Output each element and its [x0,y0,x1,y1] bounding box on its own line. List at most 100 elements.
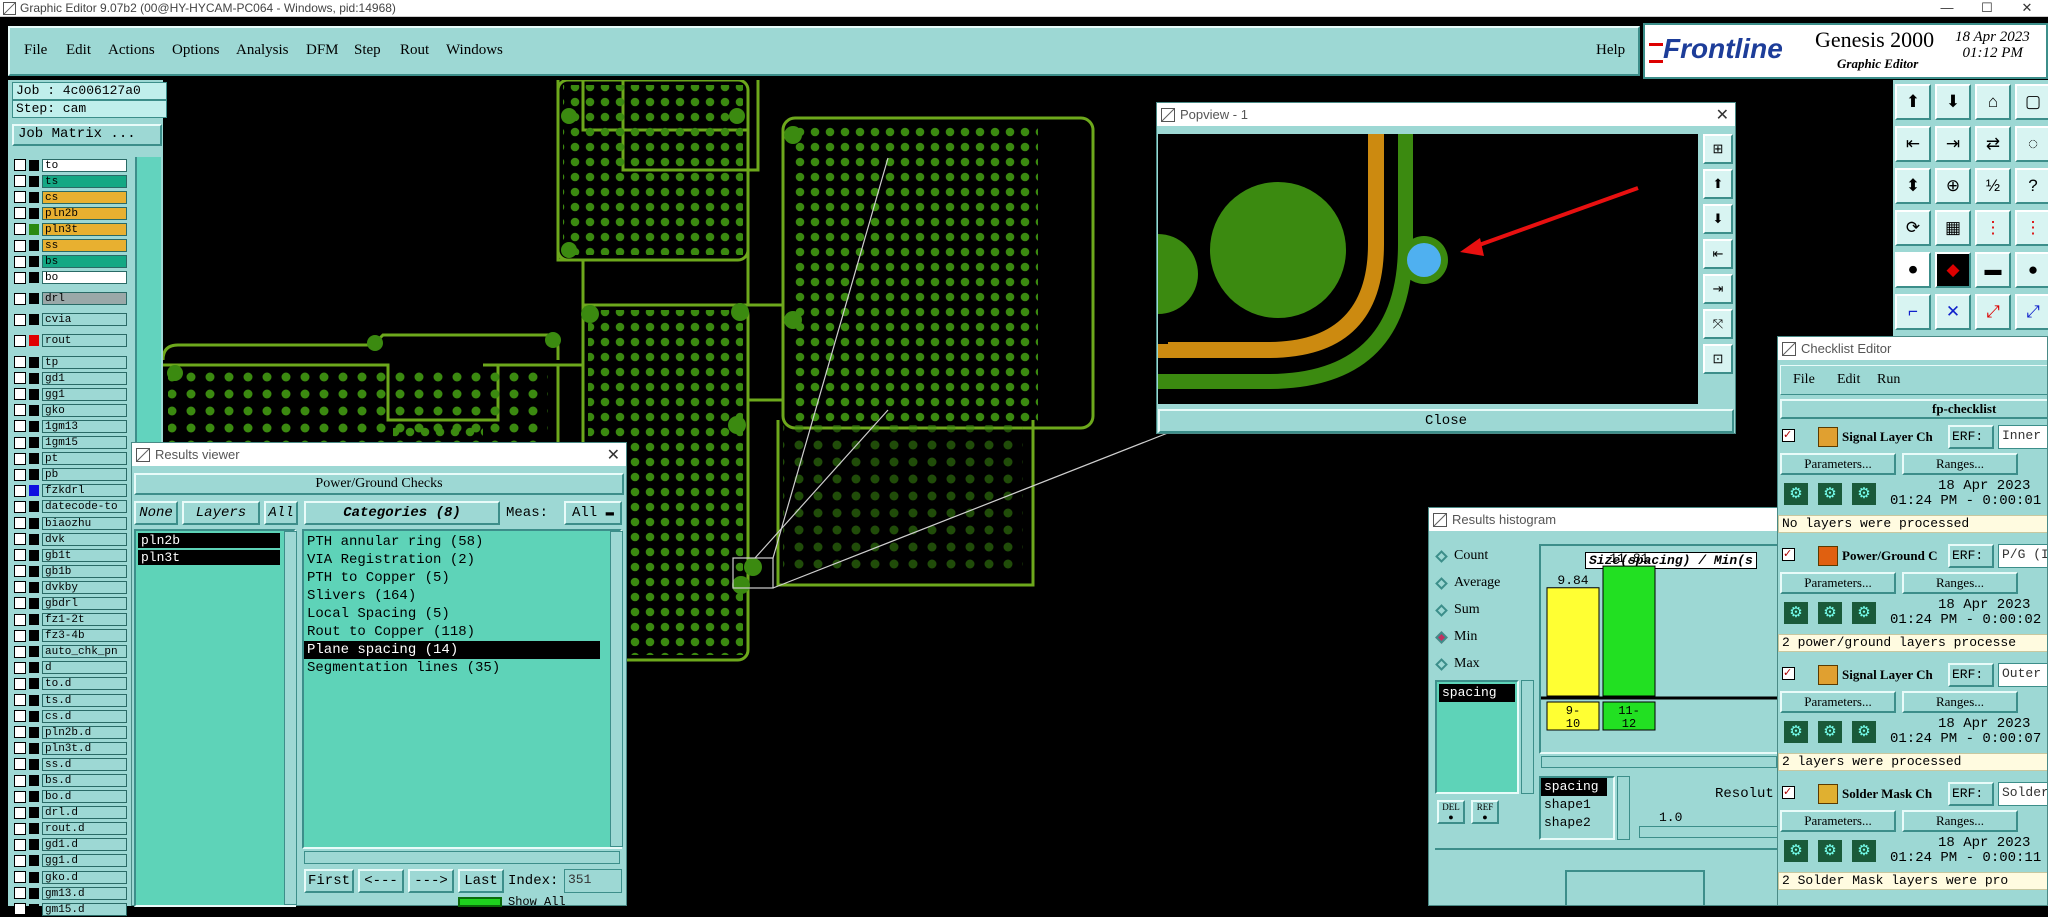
layer-name[interactable]: cs [42,190,127,204]
erf-field[interactable]: P/G (I [1998,544,2047,568]
layer-checkbox[interactable] [14,661,26,674]
menu-edit[interactable]: Edit [66,42,91,59]
erf-button[interactable]: ERF: [1948,663,1994,687]
layer-checkbox[interactable] [14,223,26,236]
category-item[interactable]: Local Spacing (5) [304,605,600,623]
layer-checkbox[interactable] [14,533,26,546]
erf-button[interactable]: ERF: [1948,425,1994,449]
run-icon[interactable]: ⚙ [1782,600,1810,626]
up-icon[interactable]: ⬆ [1703,169,1733,199]
layer-checkbox[interactable] [14,871,26,884]
layer-name[interactable]: drl.d [42,806,127,820]
stat-radio[interactable]: Count [1435,548,1488,564]
layer-name[interactable]: gb1b [42,564,127,578]
ranges-button[interactable]: Ranges... [1902,572,2018,594]
layer-checkbox[interactable] [14,613,26,626]
ranges-button[interactable]: Ranges... [1902,810,2018,832]
run-all-icon[interactable]: ⚙ [1816,838,1844,864]
layer-name[interactable]: pln3t [42,222,127,236]
menu-rout[interactable]: Rout [400,42,429,59]
layer-checkbox[interactable] [14,565,26,578]
layer-name[interactable]: to [42,158,127,172]
zoom-area-icon[interactable]: ⊕ [1935,168,1971,204]
layer-row[interactable]: gbdrl [10,595,132,611]
stat-radio[interactable]: Average [1435,575,1500,591]
zoom-fit-icon[interactable]: ⬍ [1895,168,1931,204]
layers-button[interactable]: Layers [182,501,260,525]
minimize-button[interactable]: — [1932,0,1962,17]
parameters-button[interactable]: Parameters... [1780,572,1896,594]
lasso-icon[interactable]: ◌ [2015,126,2048,162]
measure-icon[interactable]: ⋮ [1975,210,2011,246]
layer-checkbox[interactable] [14,790,26,803]
none-button[interactable]: None [134,501,178,525]
layer-checkbox[interactable] [14,581,26,594]
route-icon[interactable]: ◆ [1935,252,1971,288]
layer-checkbox[interactable] [14,175,26,188]
last-button[interactable]: Last [458,869,504,893]
histogram-bar[interactable] [1602,565,1656,697]
filter-item[interactable]: spacing [1439,684,1515,702]
layer-row[interactable]: pln2b.d [10,724,132,740]
layer-checkbox[interactable] [14,645,26,658]
layer-results-list[interactable]: pln2b pln3t [134,529,296,907]
layer-row[interactable]: rout.d [10,821,132,837]
layer-name[interactable]: pln2b [42,206,127,220]
layer-checkbox[interactable] [14,774,26,787]
layer-row[interactable]: ts.d [10,692,132,708]
stat-radio[interactable]: Min [1435,629,1477,645]
run-all-icon[interactable]: ⚙ [1816,481,1844,507]
snap-icon[interactable]: ⟳ [1895,210,1931,246]
layer-name[interactable]: dvkby [42,580,127,594]
layer-checkbox[interactable] [14,292,26,305]
layer-name[interactable]: cs.d [42,709,127,723]
shape-list-item[interactable]: shape2 [1541,814,1607,832]
meas-dropdown[interactable]: All ▬ [564,501,622,525]
layer-name[interactable]: gko.d [42,870,127,884]
layer-checkbox[interactable] [14,191,26,204]
category-scrollbar[interactable] [610,531,623,847]
layer-name[interactable]: drl [42,292,127,306]
layer-checkbox[interactable] [14,388,26,401]
layer-name[interactable]: tp [42,355,127,369]
layer-row[interactable]: dvk [10,531,132,547]
layer-row[interactable]: gb1t [10,547,132,563]
layer-row[interactable]: drl.d [10,805,132,821]
layer-row[interactable]: fz1-2t [10,612,132,628]
layer-name[interactable]: bo.d [42,790,127,804]
layer-checkbox[interactable] [14,468,26,481]
layer-row[interactable]: cvia [10,312,132,328]
layer-name[interactable]: pln2b.d [42,725,127,739]
item-name[interactable]: Solder Mask Ch [1842,786,1932,802]
histogram-filter-list[interactable]: spacing [1435,680,1519,794]
close-icon[interactable]: ✕ [607,445,620,465]
layer-name[interactable]: gko [42,403,127,417]
item-checkbox[interactable]: ✓ [1782,429,1795,442]
layer-checkbox[interactable] [14,452,26,465]
layer-name[interactable]: gd1.d [42,838,127,852]
layer-checkbox[interactable] [14,420,26,433]
close-icon[interactable]: ✕ [1716,105,1729,125]
layer-checkbox[interactable] [14,887,26,900]
save-icon[interactable]: ⬇ [1935,84,1971,120]
cross-icon[interactable]: ✕ [1935,294,1971,330]
layer-checkbox[interactable] [14,726,26,739]
layer-name[interactable]: fz1-2t [42,613,127,627]
checklist-menu-file[interactable]: File [1793,372,1815,388]
ranges-button[interactable]: Ranges... [1902,691,2018,713]
left-icon[interactable]: ⇤ [1703,239,1733,269]
connect-icon[interactable]: ⤢ [1975,294,2011,330]
layer-checkbox[interactable] [14,806,26,819]
run-all-icon[interactable]: ⚙ [1816,600,1844,626]
ratio-icon[interactable]: ½ [1975,168,2011,204]
right-arrow-icon[interactable]: ⇥ [1935,126,1971,162]
layer-checkbox[interactable] [14,549,26,562]
layer-name[interactable]: gm15.d [42,902,127,916]
layer-checkbox[interactable] [14,436,26,449]
layer-row[interactable]: to.d [10,676,132,692]
layer-row[interactable]: cs.d [10,708,132,724]
resolution-slider[interactable] [1639,826,1777,838]
pad-icon[interactable]: ⏺ [1895,252,1931,288]
category-list[interactable]: PTH annular ring (58) VIA Registration (2… [302,529,622,849]
layer-name[interactable]: pb [42,468,127,482]
